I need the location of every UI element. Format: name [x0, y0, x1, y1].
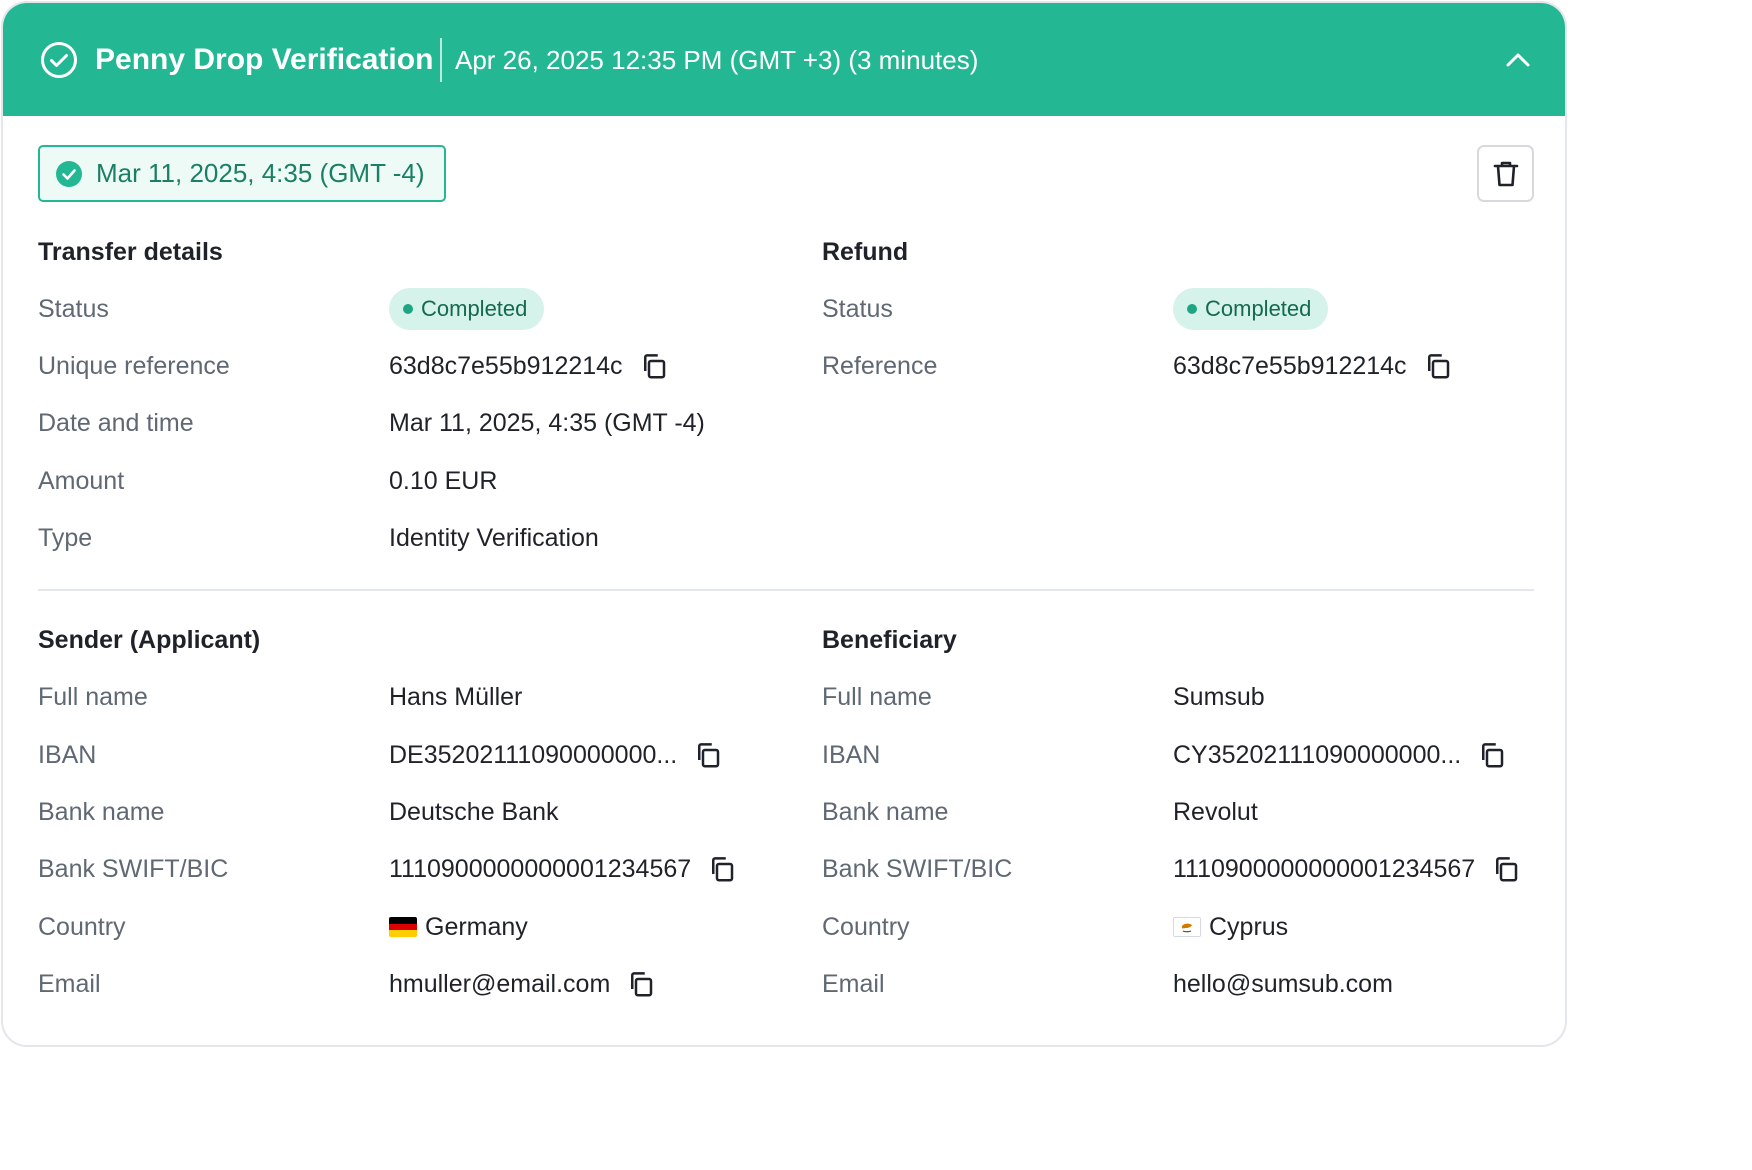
refund-status-label: Status [822, 295, 893, 323]
sender-email-label: Email [38, 970, 101, 998]
trash-icon [1493, 161, 1518, 186]
sender-country-value: Germany [425, 913, 528, 941]
beneficiary-iban-label: IBAN [822, 741, 881, 769]
refund-status-text: Completed [1205, 296, 1312, 321]
sender-email-row: hmuller@email.com [389, 968, 656, 1000]
transfer-status-badge: Completed [389, 288, 545, 330]
beneficiary-bank-name-label: Bank name [822, 798, 949, 826]
transfer-reference-value: 63d8c7e55b912214c [389, 352, 623, 380]
sender-swift-label: Bank SWIFT/BIC [38, 855, 229, 883]
sender-swift-value: 1110900000000001234567 [389, 855, 692, 883]
beneficiary-full-name-label: Full name [822, 683, 932, 711]
delete-button[interactable] [1477, 145, 1534, 202]
beneficiary-swift-label: Bank SWIFT/BIC [822, 855, 1013, 883]
transfer-amount-value: 0.10 EUR [389, 467, 498, 495]
beneficiary-country-label: Country [822, 913, 910, 941]
transfer-type-label: Type [38, 524, 93, 552]
sender-email-value: hmuller@email.com [389, 970, 611, 998]
beneficiary-swift-value: 1110900000000001234567 [1173, 855, 1476, 883]
check-circle-icon [41, 42, 77, 78]
card-subtitle: Apr 26, 2025 12:35 PM (GMT +3) (3 minute… [455, 45, 979, 75]
transfer-reference-row: 63d8c7e55b912214c [389, 350, 669, 382]
copy-icon[interactable] [639, 351, 669, 381]
refund-title: Refund [822, 238, 909, 266]
beneficiary-title: Beneficiary [822, 626, 957, 654]
sender-iban-row: DE35202111090000000... [389, 739, 723, 771]
transfer-details-title: Transfer details [38, 238, 223, 266]
copy-icon[interactable] [707, 854, 737, 884]
beneficiary-country-value: Cyprus [1209, 913, 1289, 941]
sender-iban-value: DE35202111090000000... [389, 741, 678, 769]
refund-reference-label: Reference [822, 352, 938, 380]
beneficiary-iban-row: CY35202111090000000... [1173, 739, 1507, 771]
copy-icon[interactable] [626, 969, 656, 999]
status-dot [1187, 304, 1197, 314]
beneficiary-country-row: Cyprus [1173, 911, 1288, 943]
refund-reference-row: 63d8c7e55b912214c [1173, 350, 1453, 382]
copy-icon[interactable] [1491, 854, 1521, 884]
transfer-status-text: Completed [421, 296, 528, 321]
transfer-type-value: Identity Verification [389, 524, 599, 552]
card-title: Penny Drop Verification [95, 43, 434, 76]
status-dot [403, 304, 413, 314]
attempt-date-label: Mar 11, 2025, 4:35 (GMT -4) [96, 158, 425, 188]
beneficiary-email-value: hello@sumsub.com [1173, 970, 1393, 998]
cyprus-flag-icon [1173, 917, 1201, 937]
beneficiary-full-name-value: Sumsub [1173, 683, 1265, 711]
transfer-amount-label: Amount [38, 467, 125, 495]
sender-country-label: Country [38, 913, 126, 941]
sender-bank-name-value: Deutsche Bank [389, 798, 559, 826]
transfer-datetime-value: Mar 11, 2025, 4:35 (GMT -4) [389, 409, 705, 437]
beneficiary-swift-row: 1110900000000001234567 [1173, 853, 1521, 885]
attempt-date-chip[interactable]: Mar 11, 2025, 4:35 (GMT -4) [38, 145, 446, 202]
refund-status-badge: Completed [1173, 288, 1329, 330]
transfer-datetime-label: Date and time [38, 409, 194, 437]
transfer-reference-label: Unique reference [38, 352, 230, 380]
check-filled-icon [56, 160, 82, 187]
header-divider [440, 38, 442, 82]
refund-reference-value: 63d8c7e55b912214c [1173, 352, 1407, 380]
germany-flag-icon [389, 917, 417, 937]
sender-full-name-label: Full name [38, 683, 148, 711]
section-divider [38, 589, 1534, 591]
copy-icon[interactable] [693, 740, 723, 770]
copy-icon[interactable] [1423, 351, 1453, 381]
sender-swift-row: 1110900000000001234567 [389, 853, 737, 885]
sender-country-row: Germany [389, 911, 528, 943]
sender-full-name-value: Hans Müller [389, 683, 523, 711]
chevron-up-icon[interactable] [1501, 45, 1535, 75]
beneficiary-bank-name-value: Revolut [1173, 798, 1258, 826]
beneficiary-iban-value: CY35202111090000000... [1173, 741, 1462, 769]
sender-title: Sender (Applicant) [38, 626, 261, 654]
penny-drop-card: Penny Drop Verification Apr 26, 2025 12:… [1, 1, 1567, 1047]
transfer-status-label: Status [38, 295, 109, 323]
card-header[interactable]: Penny Drop Verification Apr 26, 2025 12:… [3, 3, 1565, 116]
sender-bank-name-label: Bank name [38, 798, 165, 826]
copy-icon[interactable] [1477, 740, 1507, 770]
beneficiary-email-label: Email [822, 970, 885, 998]
sender-iban-label: IBAN [38, 741, 97, 769]
